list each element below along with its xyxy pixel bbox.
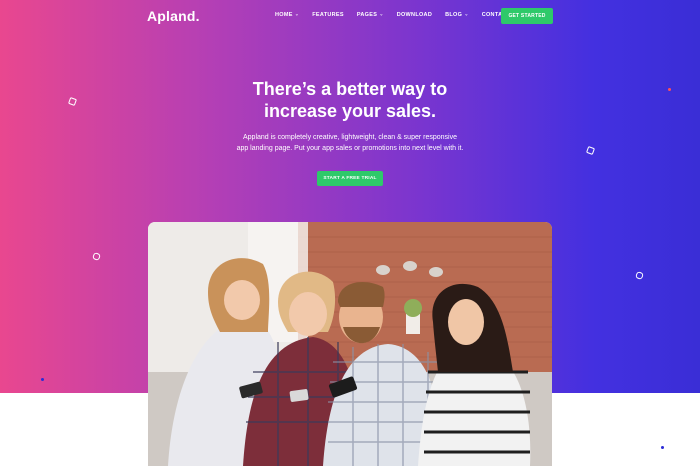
decorative-dot-icon: [668, 88, 671, 91]
hero-headline-line: There’s a better way to: [252, 79, 448, 99]
nav-item-label: DOWNLOAD: [396, 12, 433, 18]
brand-logo[interactable]: Apland.: [147, 8, 200, 24]
decorative-dot-icon: [661, 446, 664, 449]
hero-headline-line: increase your sales.: [263, 101, 437, 121]
nav-item-download[interactable]: DOWNLOAD: [397, 12, 432, 18]
nav-item-label: PAGES: [356, 12, 378, 18]
hero-subtext-line: app landing page. Put your app sales or …: [236, 145, 464, 152]
nav-item-home[interactable]: HOME ⌄: [275, 11, 300, 19]
chevron-down-icon: ⌄: [464, 11, 469, 18]
nav-item-features[interactable]: FEATURES: [312, 12, 344, 18]
nav-item-label: FEATURES: [312, 12, 344, 18]
nav-menu: HOME ⌄ FEATURES PAGES ⌄ DOWNLOAD BLOG ⌄ …: [275, 11, 523, 19]
hero-subtext-line: Appland is completely creative, lightwei…: [242, 134, 457, 141]
group-photo-illustration: [148, 222, 552, 466]
start-free-trial-button[interactable]: START A FREE TRIAL: [317, 171, 383, 186]
nav-item-label: HOME: [275, 12, 293, 18]
hero-subtext: Appland is completely creative, lightwei…: [205, 132, 495, 154]
hero-headline: There’s a better way to increase your sa…: [200, 78, 500, 122]
decorative-dot-icon: [41, 378, 44, 381]
nav-item-blog[interactable]: BLOG ⌄: [445, 11, 469, 19]
nav-item-label: BLOG: [445, 12, 463, 18]
chevron-down-icon: ⌄: [379, 11, 384, 18]
top-navigation: Apland. HOME ⌄ FEATURES PAGES ⌄ DOWNLOAD…: [0, 0, 700, 34]
get-started-button[interactable]: GET STARTED: [501, 8, 553, 24]
hero-photo: [148, 222, 552, 466]
chevron-down-icon: ⌄: [294, 11, 300, 18]
nav-item-pages[interactable]: PAGES ⌄: [356, 11, 384, 19]
